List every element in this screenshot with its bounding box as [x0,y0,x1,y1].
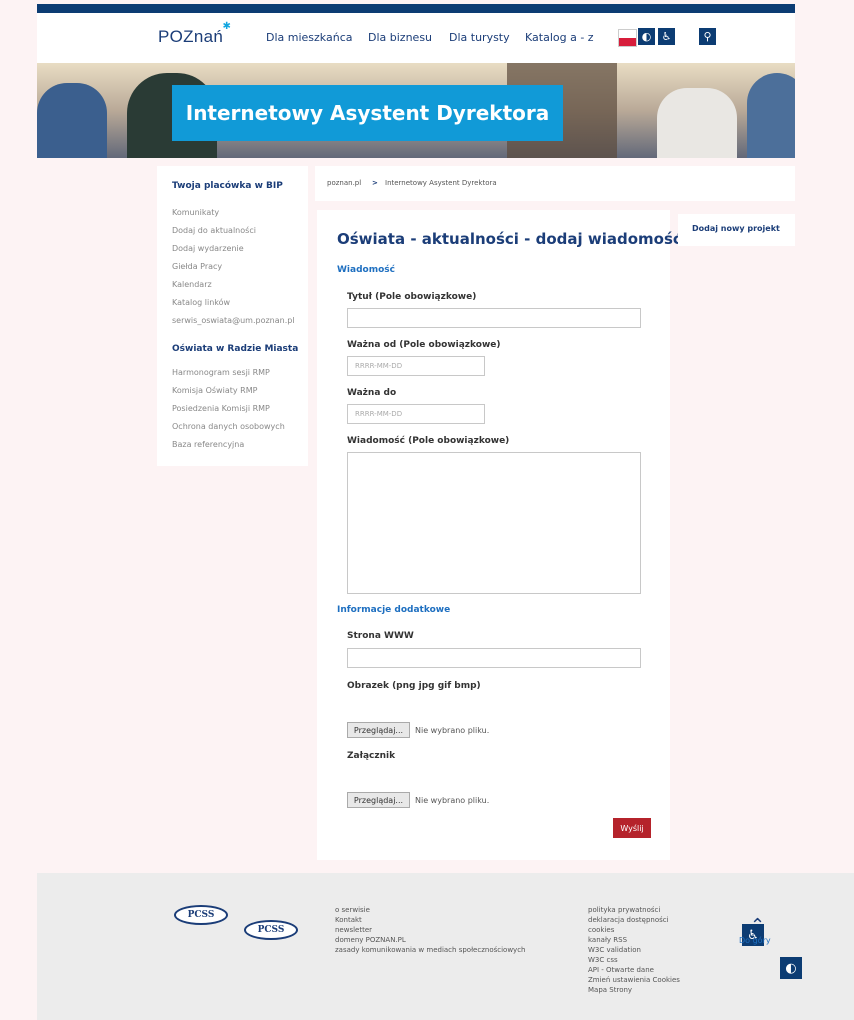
logo-star-icon: ✱ [222,21,232,32]
valid-from-label: Ważna od (Pole obowiązkowe) [347,340,501,350]
valid-from-input[interactable]: RRRR-MM-DD [347,356,485,376]
footer-link[interactable]: domeny POZNAN.PL [335,936,406,944]
breadcrumb-separator: > [372,179,378,187]
contrast-icon[interactable]: ◐ [780,957,802,979]
back-to-top-link[interactable]: Do góry [739,936,771,945]
nav-dla-mieszkanca[interactable]: Dla mieszkańca [266,31,353,44]
image-browse-button[interactable]: Przeglądaj... [347,722,410,738]
pcss-logo[interactable]: PCSS [244,920,298,940]
sidebar-item-email[interactable]: serwis_oswiata@um.poznan.pl [172,316,295,325]
contrast-icon[interactable]: ◐ [638,28,655,45]
footer-link[interactable]: kanały RSS [588,936,627,944]
footer-link[interactable]: polityka prywatności [588,906,660,914]
breadcrumb: poznan.pl > Internetowy Asystent Dyrekto… [315,166,795,201]
footer-link[interactable]: zasady komunikowania w mediach społeczno… [335,946,525,954]
footer-link[interactable]: o serwisie [335,906,370,914]
sidebar-item-dodaj-aktualnosci[interactable]: Dodaj do aktualności [172,226,256,235]
valid-to-label: Ważna do [347,388,397,398]
sidebar-item-posiedzenia[interactable]: Posiedzenia Komisji RMP [172,404,270,413]
footer-link[interactable]: cookies [588,926,614,934]
sidebar-section-title: Twoja placówka w BIP [172,181,283,191]
chevron-up-icon[interactable]: ⌃ [750,915,765,936]
sidebar-item-dodaj-wydarzenie[interactable]: Dodaj wydarzenie [172,244,244,253]
nav-dla-biznesu[interactable]: Dla biznesu [368,31,432,44]
attachment-label: Załącznik [347,751,396,761]
breadcrumb-home[interactable]: poznan.pl [327,179,361,187]
footer-link[interactable]: Mapa Strony [588,986,632,994]
section-heading-extra: Informacje dodatkowe [337,605,451,615]
sidebar-item-katalog-linkow[interactable]: Katalog linków [172,298,230,307]
sidebar-section-title: Oświata w Radzie Miasta [172,344,299,354]
sidebar-item-kalendarz[interactable]: Kalendarz [172,280,212,289]
sidebar-item-ochrona-danych[interactable]: Ochrona danych osobowych [172,422,285,431]
attachment-browse-button[interactable]: Przeglądaj... [347,792,410,808]
attachment-no-file-text: Nie wybrano pliku. [415,796,490,805]
section-heading-message: Wiadomość [337,265,395,275]
title-input[interactable] [347,308,641,328]
nav-dla-turysty[interactable]: Dla turysty [449,31,510,44]
message-textarea[interactable] [347,452,641,594]
nav-katalog[interactable]: Katalog a - z [525,31,594,44]
footer-link[interactable]: W3C validation [588,946,641,954]
image-no-file-text: Nie wybrano pliku. [415,726,490,735]
add-project-link[interactable]: Dodaj nowy projekt [692,224,780,233]
top-bar [37,4,795,13]
footer-link[interactable]: newsletter [335,926,372,934]
footer-link[interactable]: W3C css [588,956,618,964]
breadcrumb-current: Internetowy Asystent Dyrektora [385,179,497,187]
sidebar-item-komisja[interactable]: Komisja Oświaty RMP [172,386,257,395]
sidebar-item-baza[interactable]: Baza referencyjna [172,440,244,449]
poznan-logo[interactable]: POZnań ✱ [158,21,231,47]
pcss-logo[interactable]: PCSS [174,905,228,925]
image-label: Obrazek (png jpg gif bmp) [347,681,481,691]
right-panel: Dodaj nowy projekt [678,214,795,246]
form-panel: Oświata - aktualności - dodaj wiadomość … [317,210,682,860]
valid-to-input[interactable]: RRRR-MM-DD [347,404,485,424]
polish-flag-icon[interactable] [618,29,637,47]
footer: PCSS PCSS o serwisie Kontakt newsletter … [37,873,854,1020]
sidebar: Twoja placówka w BIP Komunikaty Dodaj do… [157,166,308,466]
sidebar-item-gielda-pracy[interactable]: Giełda Pracy [172,262,222,271]
search-icon[interactable]: ⚲ [699,28,716,45]
hero-title: Internetowy Asystent Dyrektora [172,85,563,141]
sidebar-item-komunikaty[interactable]: Komunikaty [172,208,219,217]
footer-link[interactable]: Kontakt [335,916,362,924]
page-title: Oświata - aktualności - dodaj wiadomość [337,230,682,248]
wheelchair-icon[interactable]: ♿ [658,28,675,45]
submit-button[interactable]: Wyślij [613,818,651,838]
footer-link[interactable]: API - Otwarte dane [588,966,654,974]
title-label: Tytuł (Pole obowiązkowe) [347,292,477,302]
message-label: Wiadomość (Pole obowiązkowe) [347,436,510,446]
header: POZnań ✱ Dla mieszkańca Dla biznesu Dla t… [37,13,795,63]
footer-link[interactable]: Zmień ustawienia Cookies [588,976,680,984]
www-label: Strona WWW [347,631,414,641]
www-input[interactable] [347,648,641,668]
footer-link[interactable]: deklaracja dostępności [588,916,669,924]
sidebar-item-harmonogram[interactable]: Harmonogram sesji RMP [172,368,270,377]
